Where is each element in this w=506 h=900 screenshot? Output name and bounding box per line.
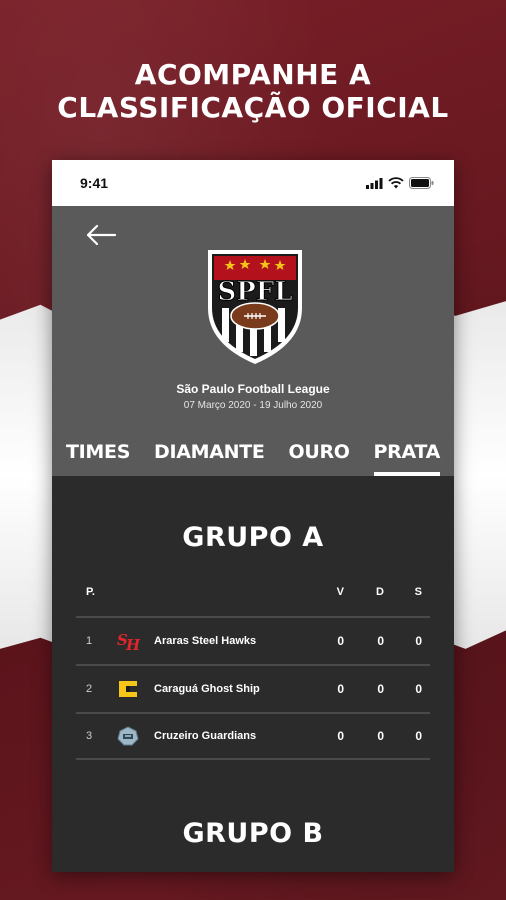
back-arrow-icon <box>86 224 117 246</box>
league-dates: 07 Março 2020 - 19 Julho 2020 <box>183 400 323 411</box>
row-s: 0 <box>415 682 422 696</box>
table-row[interactable]: 3 Cruzeiro Guardians 0 0 0 <box>76 712 430 760</box>
row-s: 0 <box>415 729 422 743</box>
guardians-logo-icon <box>116 724 140 748</box>
col-header-wins: V <box>336 586 344 598</box>
row-losses: 0 <box>377 634 384 648</box>
phone-screen: 9:41 SPFL São Paulo Football League 07 M… <box>52 160 454 872</box>
league-header: SPFL São Paulo Football League 07 Março … <box>52 206 454 476</box>
row-team-name: Araras Steel Hawks <box>154 635 257 647</box>
headline-line-1: ACOMPANHE A <box>134 58 372 91</box>
steel-hawks-logo-icon: S H <box>116 629 140 653</box>
group-b-title: GRUPO B <box>182 818 324 849</box>
row-position: 3 <box>86 730 93 742</box>
col-header-position: P. <box>86 586 95 598</box>
promo-headline: ACOMPANHE A CLASSIFICAÇÃO OFICIAL <box>0 58 506 124</box>
row-wins: 0 <box>337 729 344 743</box>
row-team-name: Caraguá Ghost Ship <box>154 683 260 695</box>
tab-ouro[interactable]: OURO <box>288 438 349 476</box>
wifi-icon <box>388 177 404 189</box>
ghost-ship-logo-icon <box>116 677 140 701</box>
tab-times[interactable]: TIMES <box>66 438 130 476</box>
standings-table-header: P. V D S <box>76 586 430 604</box>
row-s: 0 <box>415 634 422 648</box>
table-row[interactable]: 1 S H Araras Steel Hawks 0 0 0 <box>76 616 430 664</box>
row-team-name: Cruzeiro Guardians <box>154 730 257 742</box>
status-bar: 9:41 <box>52 160 454 206</box>
standings-content: GRUPO A P. V D S 1 S H Araras Steel Hawk… <box>52 476 454 872</box>
group-a-title: GRUPO A <box>182 522 324 553</box>
headline-line-2: CLASSIFICAÇÃO OFICIAL <box>57 91 449 124</box>
row-losses: 0 <box>377 729 384 743</box>
row-wins: 0 <box>337 682 344 696</box>
row-losses: 0 <box>377 682 384 696</box>
league-logo: SPFL <box>200 246 310 366</box>
row-position: 2 <box>86 683 93 695</box>
table-row[interactable]: 2 Caraguá Ghost Ship 0 0 0 <box>76 664 430 712</box>
row-position: 1 <box>86 635 93 647</box>
status-icons <box>366 177 434 189</box>
col-header-s: S <box>414 586 422 598</box>
tab-bar: TIMES DIAMANTE OURO PRATA <box>52 438 454 476</box>
league-name: São Paulo Football League <box>176 382 330 396</box>
tab-prata[interactable]: PRATA <box>373 438 441 476</box>
tab-diamante[interactable]: DIAMANTE <box>154 438 265 476</box>
row-wins: 0 <box>337 634 344 648</box>
back-button[interactable] <box>84 220 118 250</box>
status-time: 9:41 <box>80 175 109 191</box>
col-header-losses: D <box>376 586 384 598</box>
svg-text:H: H <box>125 636 140 652</box>
standings-table: 1 S H Araras Steel Hawks 0 0 0 2 Caraguá… <box>76 616 430 760</box>
battery-icon <box>409 177 434 189</box>
signal-icon <box>366 177 383 189</box>
